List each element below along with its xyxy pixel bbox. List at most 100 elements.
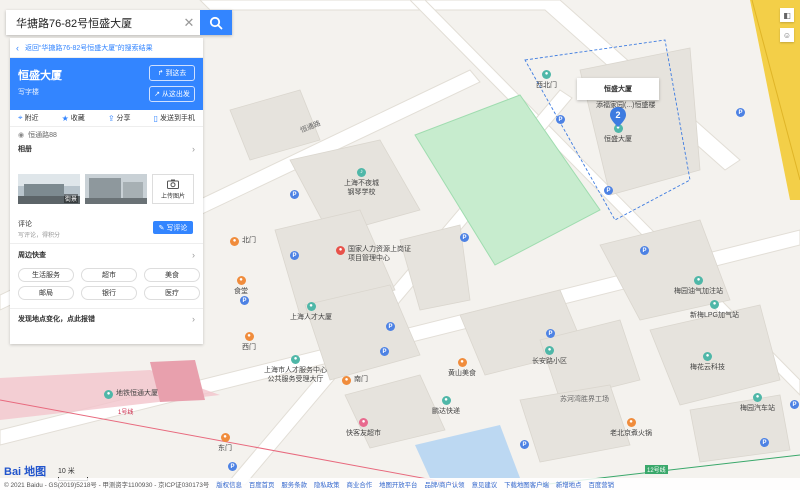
from-here-button[interactable]: ↗ 从这出发 [149, 86, 195, 102]
favorite-button[interactable]: ★ 收藏 [62, 113, 85, 123]
parking-icon[interactable]: P [290, 251, 299, 260]
building-photo-image [85, 174, 147, 204]
map-poi[interactable]: ● 梅花云科技 [690, 352, 725, 373]
parking-icon[interactable]: P [240, 296, 249, 305]
building-photo[interactable] [85, 174, 147, 204]
nearby-chip[interactable]: 邮局 [18, 286, 74, 300]
poi-icon: ● [753, 393, 762, 402]
poi-label: 长安路小区 [532, 358, 567, 365]
footer-link[interactable]: 版权信息 [216, 480, 242, 489]
poi-label: 梅园油气加注站 [674, 288, 723, 295]
nearby-section-header[interactable]: 周边快查 › [10, 248, 203, 262]
map-poi[interactable]: ● 恒盛大厦 [604, 124, 632, 145]
reviews-label: 评论 [18, 221, 32, 228]
poi-label: 西门 [242, 344, 256, 351]
parking-icon[interactable]: P [556, 115, 565, 124]
search-input[interactable] [6, 10, 178, 35]
footer-link[interactable]: 百度首页 [249, 480, 275, 489]
poi-label: 上海人才大厦 [290, 314, 332, 321]
go-here-button[interactable]: ↱ 到这去 [149, 65, 195, 81]
parking-icon[interactable]: P [790, 400, 799, 409]
poi-label: 鹏达快递 [432, 408, 460, 415]
poi-icon: ● [542, 70, 551, 79]
copyright-text: © 2021 Baidu - GS(2019)5218号 - 甲测资字11009… [4, 481, 210, 489]
back-to-results-link[interactable]: ‹ 返回“华搪路76-82号恒盛大厦”的搜索结果 [10, 38, 203, 58]
nearby-chip[interactable]: 生活服务 [18, 268, 74, 282]
poi-icon: ● [342, 376, 351, 385]
back-link-label: 返回“华搪路76-82号恒盛大厦”的搜索结果 [25, 44, 153, 52]
footer-link[interactable]: 百度营销 [588, 480, 614, 489]
footer-link[interactable]: 地图开放平台 [379, 480, 417, 489]
footer-link[interactable]: 品牌/商户认领 [424, 480, 464, 489]
from-here-label: 从这出发 [161, 91, 190, 98]
map-poi[interactable]: ● 快客友超市 [346, 418, 381, 439]
map-poi[interactable]: ● 长安路小区 [532, 346, 567, 367]
route-icon: ↱ [157, 70, 164, 77]
map-poi[interactable]: ● 上海人才大厦 [290, 302, 332, 323]
footer-link[interactable]: 下载地图客户端 [504, 480, 549, 489]
address-text: 恒通路88 [28, 131, 57, 139]
map-poi[interactable]: ● 鹏达快递 [432, 396, 460, 417]
map-poi[interactable]: ● 国家人力资源上岗证 项目管理中心 [336, 246, 411, 264]
parking-icon[interactable]: P [460, 233, 469, 242]
send-to-phone-button[interactable]: ▯ 发送到手机 [154, 113, 195, 123]
nearby-chip[interactable]: 美食 [144, 268, 200, 282]
parking-icon[interactable]: P [290, 190, 299, 199]
map-poi[interactable]: ● 西北门 [536, 70, 557, 91]
map-poi[interactable]: ● 新梅LPG加气站 [690, 300, 739, 321]
parking-icon[interactable]: P [736, 108, 745, 117]
footer-link[interactable]: 商业合作 [347, 480, 373, 489]
map-poi[interactable]: ● 西门 [242, 332, 256, 353]
map-tools-icon[interactable]: ◧ [780, 8, 794, 22]
poi-icon: ● [545, 346, 554, 355]
map-poi[interactable]: ● 上海市人才服务中心 公共服务受理大厅 [264, 355, 327, 385]
parking-icon[interactable]: P [604, 186, 613, 195]
map-poi[interactable]: ● 老北京煮火锅 [610, 418, 652, 439]
search-icon [209, 16, 223, 29]
poi-icon: ● [626, 418, 636, 427]
parking-icon[interactable]: P [380, 347, 389, 356]
parking-icon[interactable]: P [386, 322, 395, 331]
user-icon[interactable]: ☺ [780, 28, 794, 42]
parking-icon[interactable]: P [228, 462, 237, 471]
map-poi[interactable]: ● 北门 [230, 237, 256, 246]
clear-icon[interactable]: ✕ [178, 10, 200, 35]
write-review-button[interactable]: ✎ 写评论 [153, 221, 193, 234]
nearby-chip[interactable]: 银行 [81, 286, 137, 300]
search-button[interactable] [200, 10, 232, 35]
parking-icon[interactable]: P [640, 246, 649, 255]
share-button[interactable]: ⇪ 分享 [108, 113, 131, 123]
map-poi[interactable]: ♪ 上海不夜城 钢琴学校 [344, 168, 379, 198]
nearby-chip[interactable]: 医疗 [144, 286, 200, 300]
footer-link[interactable]: 隐私政策 [314, 480, 340, 489]
footer-link[interactable]: 服务条款 [281, 480, 307, 489]
upload-photo-button[interactable]: 上传图片 [152, 174, 194, 204]
footer-link[interactable]: 新增地点 [556, 480, 582, 489]
poi-label: 黄山美食 [448, 370, 476, 377]
location-marker-icon[interactable]: 2 [609, 107, 627, 127]
street-view-photo[interactable]: 街景 [18, 174, 80, 204]
map-poi[interactable]: ● 地铁恒通大厦 [104, 390, 158, 399]
poi-icon: ● [457, 358, 467, 367]
map-poi[interactable]: ● 南门 [342, 376, 368, 385]
go-here-label: 到这去 [165, 70, 187, 77]
nearby-chip[interactable]: 超市 [81, 268, 137, 282]
footer-link[interactable]: 意见建议 [472, 480, 498, 489]
map-poi[interactable]: ● 东门 [218, 433, 232, 454]
poi-icon: ● [710, 300, 719, 309]
album-section-header[interactable]: 相册 › [10, 142, 203, 156]
map-poi[interactable]: ● 食堂 [234, 276, 248, 297]
parking-icon[interactable]: P [760, 438, 769, 447]
parking-icon[interactable]: P [520, 440, 529, 449]
photo-tag: 街景 [63, 194, 78, 203]
map-poi[interactable]: ● 梅园汽车站 [740, 393, 775, 414]
report-change-link[interactable]: 发现地点变化，点此报错 › [10, 308, 203, 328]
pin-icon: ⌖ [18, 113, 23, 122]
parking-icon[interactable]: P [546, 329, 555, 338]
poi-label: 北门 [242, 237, 256, 244]
map-infobox[interactable]: 恒盛大厦 [577, 78, 659, 100]
nearby-button[interactable]: ⌖ 附近 [18, 113, 39, 123]
poi-icon: ● [236, 276, 246, 285]
map-poi[interactable]: ● 黄山美食 [448, 358, 476, 379]
map-poi[interactable]: ● 梅园油气加注站 [674, 276, 723, 297]
